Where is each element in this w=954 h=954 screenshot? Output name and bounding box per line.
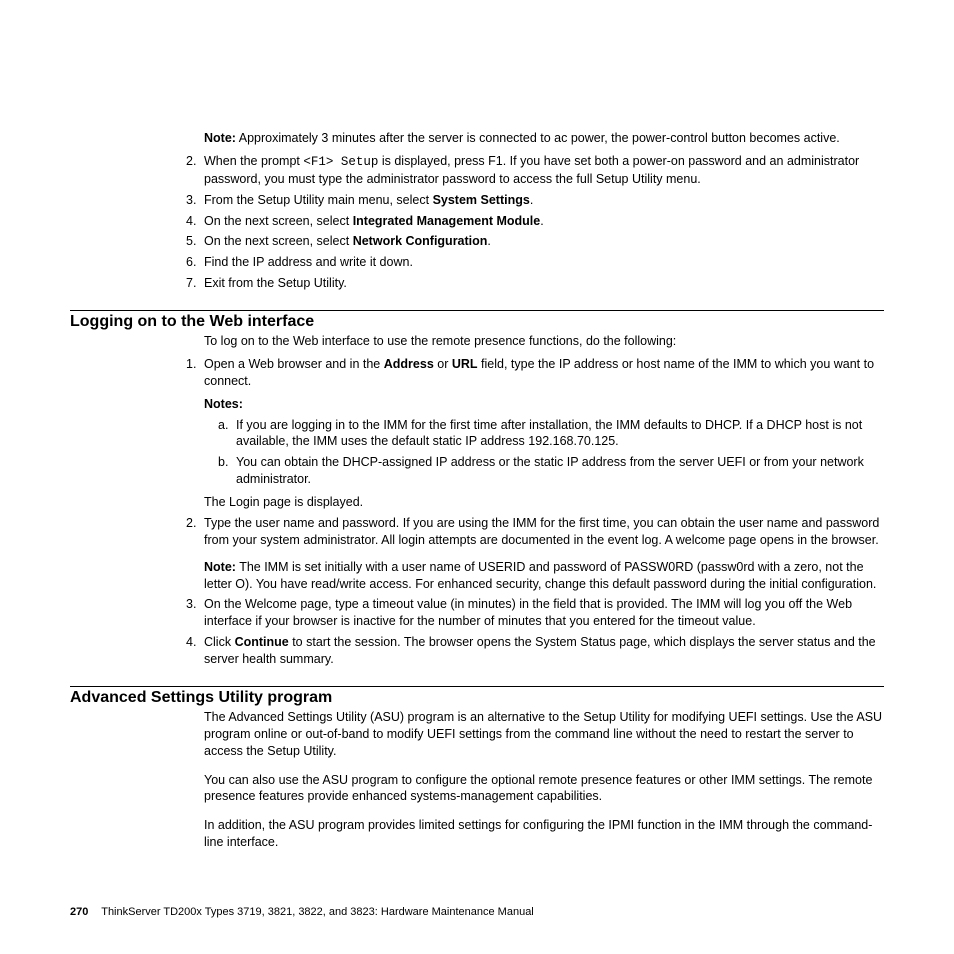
list-number: 5. bbox=[186, 233, 204, 250]
asu-body: The Advanced Settings Utility (ASU) prog… bbox=[204, 709, 884, 851]
list-item: 3. On the Welcome page, type a timeout v… bbox=[186, 596, 884, 630]
list-number: 4. bbox=[186, 634, 204, 668]
footer-text: ThinkServer TD200x Types 3719, 3821, 382… bbox=[101, 906, 534, 918]
list-number: 6. bbox=[186, 254, 204, 271]
logging-ordered-list: 1. Open a Web browser and in the Address… bbox=[186, 356, 884, 668]
list-number: 2. bbox=[186, 515, 204, 593]
list-item: b.You can obtain the DHCP-assigned IP ad… bbox=[218, 454, 884, 488]
list-number: 1. bbox=[186, 356, 204, 511]
section-heading-asu: Advanced Settings Utility program bbox=[70, 686, 884, 707]
list-item: 5. On the next screen, select Network Co… bbox=[186, 233, 884, 250]
list-number: 4. bbox=[186, 213, 204, 230]
list-item: 6. Find the IP address and write it down… bbox=[186, 254, 884, 271]
section-intro: To log on to the Web interface to use th… bbox=[204, 333, 884, 350]
list-number: 3. bbox=[186, 596, 204, 630]
list-item: a.If you are logging in to the IMM for t… bbox=[218, 417, 884, 451]
list-item: 7. Exit from the Setup Utility. bbox=[186, 275, 884, 292]
section-heading-logging: Logging on to the Web interface bbox=[70, 310, 884, 331]
list-item: 3. From the Setup Utility main menu, sel… bbox=[186, 192, 884, 209]
note-paragraph: Note: Approximately 3 minutes after the … bbox=[204, 130, 884, 147]
top-ordered-list: 2. When the prompt <F1> Setup is display… bbox=[186, 153, 884, 292]
list-item: 1. Open a Web browser and in the Address… bbox=[186, 356, 884, 511]
list-number: 2. bbox=[186, 153, 204, 188]
notes-sublist: a.If you are logging in to the IMM for t… bbox=[218, 417, 884, 489]
page-number: 270 bbox=[70, 906, 88, 918]
list-number: 7. bbox=[186, 275, 204, 292]
list-item: 2. When the prompt <F1> Setup is display… bbox=[186, 153, 884, 188]
page-footer: 270 ThinkServer TD200x Types 3719, 3821,… bbox=[70, 906, 534, 918]
list-item: 4. Click Continue to start the session. … bbox=[186, 634, 884, 668]
list-item: 2. Type the user name and password. If y… bbox=[186, 515, 884, 593]
document-page: Note: Approximately 3 minutes after the … bbox=[0, 0, 954, 897]
list-item: 4. On the next screen, select Integrated… bbox=[186, 213, 884, 230]
notes-label: Notes: bbox=[204, 396, 884, 413]
list-number: 3. bbox=[186, 192, 204, 209]
